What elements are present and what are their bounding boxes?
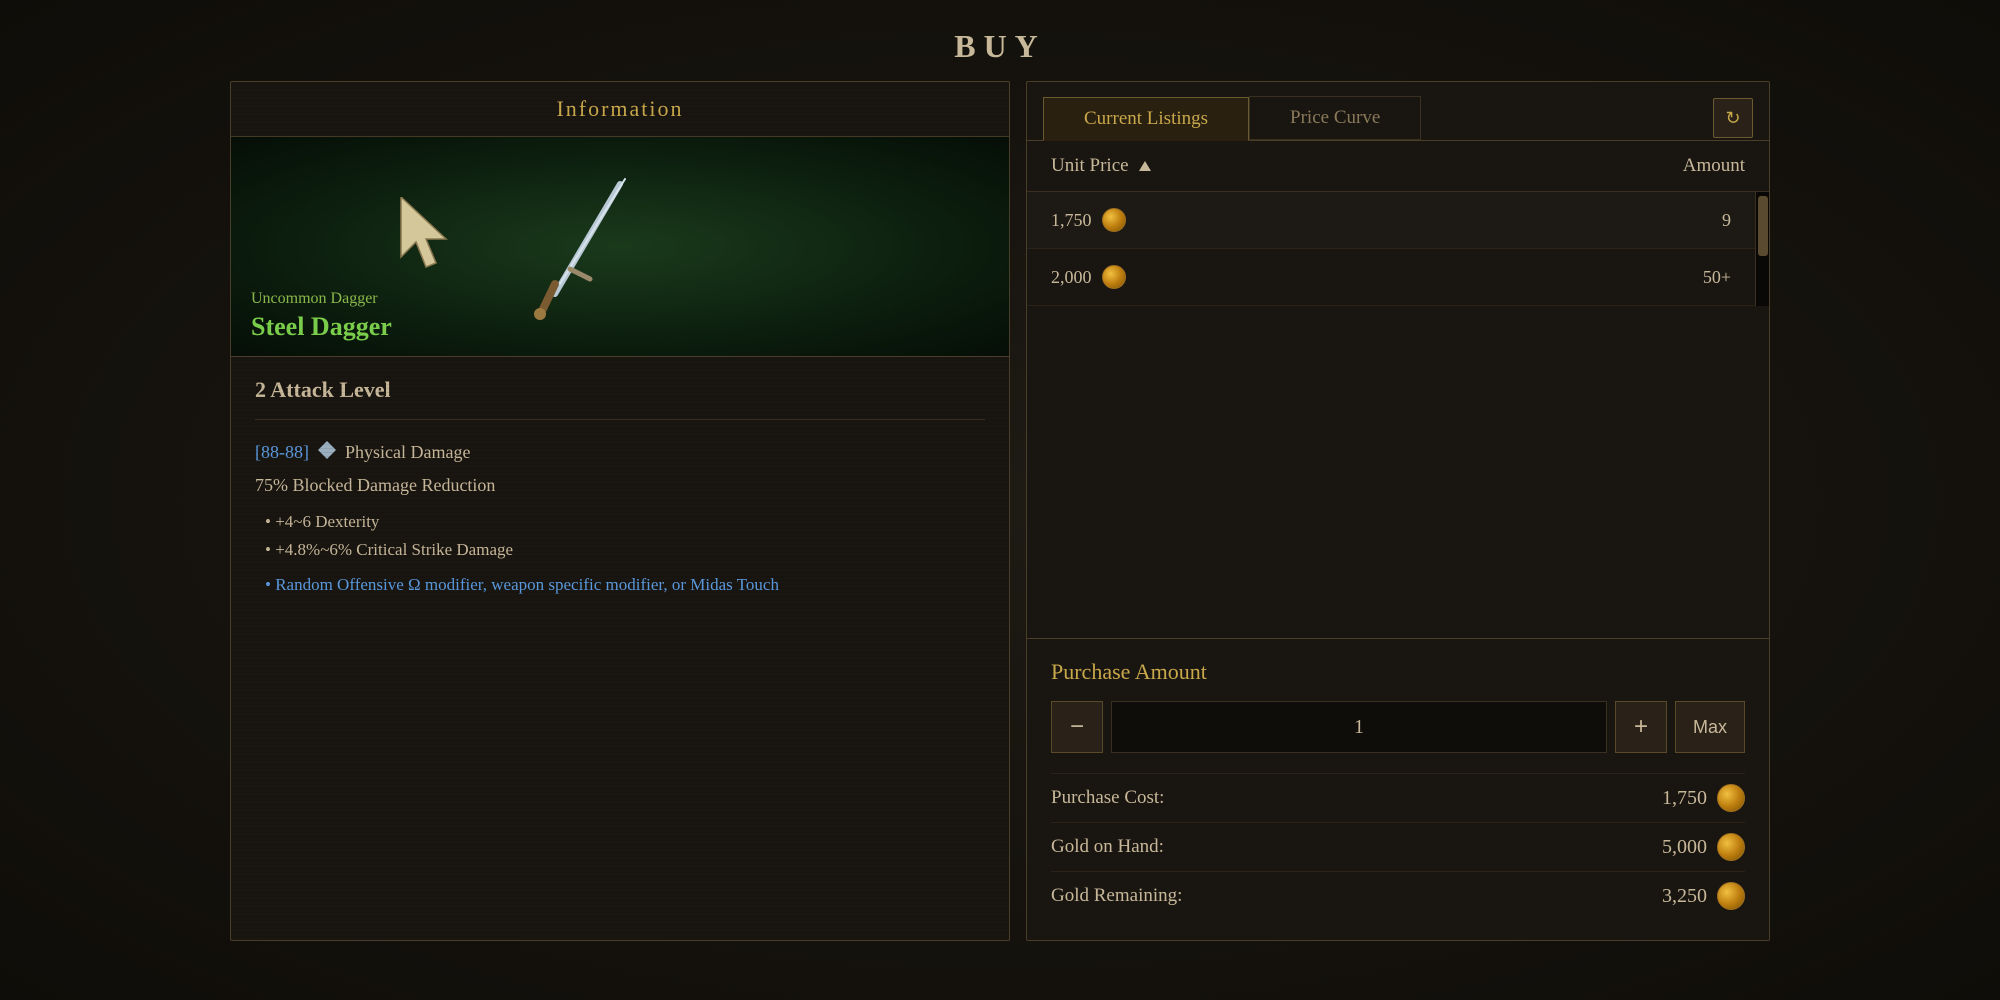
quantity-minus-button[interactable]: − bbox=[1051, 701, 1103, 753]
gold-on-hand-value: 5,000 bbox=[1662, 833, 1745, 861]
listings-content: 1,750 9 2,000 50+ bbox=[1027, 192, 1769, 306]
stat-crit: +4.8%~6% Critical Strike Damage bbox=[255, 540, 985, 560]
purchase-cost-row: Purchase Cost: 1,750 bbox=[1051, 773, 1745, 822]
amount-column-header: Amount bbox=[1683, 155, 1745, 177]
gold-on-hand-row: Gold on Hand: 5,000 bbox=[1051, 822, 1745, 871]
refresh-button[interactable]: ↻ bbox=[1713, 98, 1753, 138]
item-stats: 2 Attack Level [88-88] Physical Damage 7… bbox=[231, 357, 1009, 618]
listing-amount: 50+ bbox=[1703, 267, 1731, 288]
tab-price-curve[interactable]: Price Curve bbox=[1249, 96, 1421, 140]
listing-row[interactable]: 1,750 9 bbox=[1027, 192, 1755, 249]
stat-dexterity: +4~6 Dexterity bbox=[255, 512, 985, 532]
item-type: Uncommon Dagger bbox=[251, 290, 392, 308]
item-image-area: Uncommon Dagger Steel Dagger bbox=[231, 137, 1009, 357]
phys-damage-icon bbox=[317, 440, 337, 465]
gold-remaining-value: 3,250 bbox=[1662, 882, 1745, 910]
listing-price-text: 1,750 bbox=[1051, 210, 1092, 231]
gold-remaining-row: Gold Remaining: 3,250 bbox=[1051, 871, 1745, 920]
listing-price-text: 2,000 bbox=[1051, 267, 1092, 288]
gold-on-hand-label: Gold on Hand: bbox=[1051, 836, 1164, 858]
gold-coin-icon bbox=[1717, 833, 1745, 861]
info-panel-header: Information bbox=[231, 82, 1009, 137]
sort-arrow-icon bbox=[1139, 161, 1151, 171]
quantity-plus-button[interactable]: + bbox=[1615, 701, 1667, 753]
item-name-area: Uncommon Dagger Steel Dagger bbox=[251, 290, 392, 342]
listing-amount: 9 bbox=[1722, 210, 1731, 231]
purchase-amount-title: Purchase Amount bbox=[1051, 659, 1745, 685]
attack-level: 2 Attack Level bbox=[255, 377, 985, 420]
tab-current-listings[interactable]: Current Listings bbox=[1043, 97, 1249, 141]
price-column-header: Unit Price bbox=[1051, 155, 1151, 177]
damage-type: Physical Damage bbox=[345, 442, 470, 463]
page-title: BUY bbox=[230, 10, 1770, 81]
gold-coin-icon bbox=[1102, 208, 1126, 232]
purchase-cost-value: 1,750 bbox=[1662, 784, 1745, 812]
gold-coin-icon bbox=[1102, 265, 1126, 289]
right-panel: Current Listings Price Curve ↻ Unit Pric… bbox=[1026, 81, 1770, 941]
cursor-icon bbox=[391, 197, 461, 282]
purchase-section: Purchase Amount − + Max Purchase Cost: 1… bbox=[1027, 639, 1769, 940]
gold-remaining-label: Gold Remaining: bbox=[1051, 885, 1182, 907]
tabs-row: Current Listings Price Curve ↻ bbox=[1027, 82, 1769, 141]
listings-area: Unit Price Amount 1,750 9 bbox=[1027, 141, 1769, 639]
gold-coin-icon bbox=[1717, 882, 1745, 910]
quantity-max-button[interactable]: Max bbox=[1675, 701, 1745, 753]
magic-modifier: Random Offensive Ω modifier, weapon spec… bbox=[255, 572, 985, 598]
listings-rows: 1,750 9 2,000 50+ bbox=[1027, 192, 1755, 306]
listing-price: 2,000 bbox=[1051, 265, 1126, 289]
damage-line: [88-88] Physical Damage bbox=[255, 440, 985, 465]
damage-range: [88-88] bbox=[255, 442, 309, 463]
listing-price: 1,750 bbox=[1051, 208, 1126, 232]
scrollbar[interactable] bbox=[1755, 192, 1769, 306]
listings-table-header: Unit Price Amount bbox=[1027, 141, 1769, 192]
info-panel: Information bbox=[230, 81, 1010, 941]
item-name: Steel Dagger bbox=[251, 312, 392, 342]
quantity-input[interactable] bbox=[1111, 701, 1607, 753]
gold-coin-icon bbox=[1717, 784, 1745, 812]
scrollbar-thumb bbox=[1758, 196, 1768, 256]
purchase-amount-row: − + Max bbox=[1051, 701, 1745, 753]
purchase-cost-label: Purchase Cost: bbox=[1051, 787, 1164, 809]
listing-row[interactable]: 2,000 50+ bbox=[1027, 249, 1755, 306]
item-dagger-icon bbox=[525, 164, 655, 329]
blocked-damage: 75% Blocked Damage Reduction bbox=[255, 475, 985, 496]
